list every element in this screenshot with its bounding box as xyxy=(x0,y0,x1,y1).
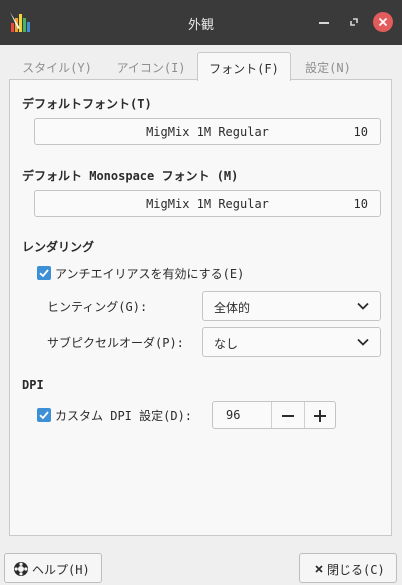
default-font-name: MigMix 1M Regular xyxy=(146,125,269,139)
maximize-button[interactable] xyxy=(344,12,364,32)
monospace-font-heading: デフォルト Monospace フォント (M) xyxy=(22,169,239,183)
antialias-label: アンチエイリアスを有効にする(E) xyxy=(55,267,245,281)
help-lifebuoy-icon xyxy=(14,562,28,576)
hinting-label: ヒンティング(G): xyxy=(47,300,148,314)
default-font-heading: デフォルトフォント(T) xyxy=(22,97,152,111)
close-window-button[interactable] xyxy=(373,12,393,32)
hinting-dropdown[interactable]: 全体的 xyxy=(202,291,381,321)
close-icon xyxy=(315,565,323,573)
hinting-value: 全体的 xyxy=(214,301,251,315)
monospace-font-name: MigMix 1M Regular xyxy=(146,197,269,211)
subpixel-dropdown[interactable]: なし xyxy=(202,327,381,357)
default-font-size: 10 xyxy=(353,125,368,139)
close-button[interactable]: 閉じる(C) xyxy=(299,553,397,583)
dpi-heading: DPI xyxy=(22,378,44,392)
spin-divider xyxy=(304,402,305,428)
tab-style[interactable]: スタイル(Y) xyxy=(11,54,103,80)
chevron-down-icon xyxy=(357,338,369,346)
tab-fonts[interactable]: フォント(F) xyxy=(197,52,291,81)
custom-dpi-checkbox[interactable] xyxy=(37,408,51,422)
subpixel-value: なし xyxy=(214,337,239,351)
chevron-down-icon xyxy=(357,302,369,310)
dpi-value[interactable]: 96 xyxy=(226,408,240,422)
help-button[interactable]: ヘルプ(H) xyxy=(4,553,102,583)
fonts-panel: デフォルトフォント(T) MigMix 1M Regular 10 デフォルト … xyxy=(9,79,392,536)
subpixel-label: サブピクセルオーダ(P): xyxy=(47,336,184,350)
window-title: 外観 xyxy=(187,18,214,33)
tab-icons[interactable]: アイコン(I) xyxy=(107,54,195,80)
title-bar: 外観 xyxy=(0,0,402,45)
antialias-checkbox-row[interactable]: アンチエイリアスを有効にする(E) xyxy=(37,264,337,282)
default-font-button[interactable]: MigMix 1M Regular 10 xyxy=(34,118,381,145)
minimize-button[interactable] xyxy=(314,12,334,32)
monospace-font-button[interactable]: MigMix 1M Regular 10 xyxy=(34,190,381,217)
close-label: 閉じる(C) xyxy=(327,563,385,577)
tab-bar: スタイル(Y) アイコン(I) フォント(F) 設定(N) xyxy=(0,45,402,81)
custom-dpi-checkbox-row[interactable]: カスタム DPI 設定(D): xyxy=(37,406,212,424)
plus-icon[interactable] xyxy=(312,408,328,424)
custom-dpi-label: カスタム DPI 設定(D): xyxy=(55,409,193,423)
antialias-checkbox[interactable] xyxy=(37,266,51,280)
minus-icon[interactable] xyxy=(280,408,296,424)
monospace-font-size: 10 xyxy=(353,197,368,211)
rendering-heading: レンダリング xyxy=(22,240,95,254)
tab-settings[interactable]: 設定(N) xyxy=(297,54,359,80)
dpi-spinbox[interactable]: 96 xyxy=(212,401,336,429)
spin-divider xyxy=(271,402,272,428)
help-label: ヘルプ(H) xyxy=(32,563,90,577)
